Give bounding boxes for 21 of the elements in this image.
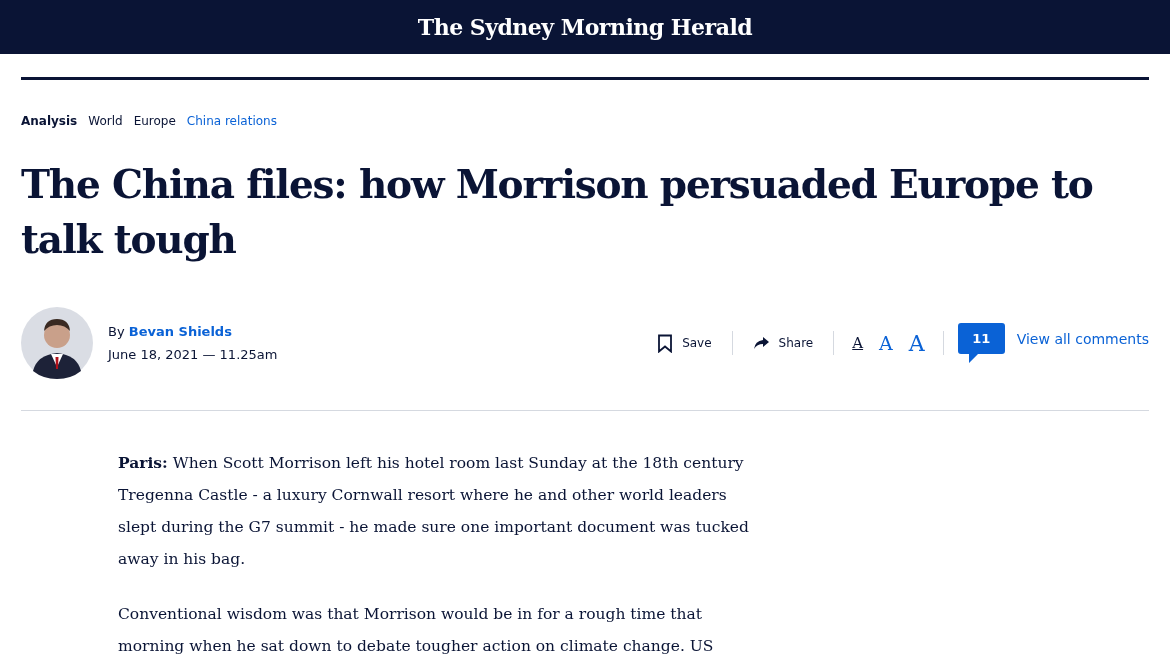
breadcrumb-link[interactable]: China relations <box>186 114 277 128</box>
breadcrumb-link[interactable]: Europe <box>133 114 176 128</box>
headline: The China files: how Morrison persuaded Europe to talk tough <box>21 160 1094 264</box>
author-avatar <box>21 307 93 379</box>
article-paragraph: Conventional wisdom was that Morrison would be in for a rough time that morning when he sat down to debate tougher action on climate change. US <box>118 604 715 657</box>
masthead-logo[interactable]: The Sydney Morning Herald <box>417 14 753 40</box>
article-paragraph: Paris: When Scott Morrison left his hotel room last Sunday at the 18th century Tregenna Castle - a luxury Cornwall resort where he and other world leaders slept during the G7 summit - he made sure one important document was tucked away in his bag. <box>118 452 750 570</box>
font-size-button[interactable]: A <box>871 332 901 354</box>
save-button[interactable]: Save <box>647 333 722 353</box>
comments-link[interactable]: View all comments <box>1016 331 1149 347</box>
author-link[interactable]: Bevan Shields <box>128 324 232 339</box>
comment-count-badge[interactable]: 11 <box>957 323 1005 363</box>
bookmark-icon <box>657 333 674 353</box>
publish-date: June 18, 2021 — 11.25am <box>108 347 278 362</box>
share-arrow-icon <box>752 336 770 350</box>
font-size-button[interactable]: A <box>900 330 933 356</box>
share-button[interactable]: Share <box>742 336 824 350</box>
breadcrumb-link[interactable]: World <box>88 114 123 128</box>
font-size-button[interactable]: A <box>844 334 872 352</box>
byline-prefix: By <box>108 324 125 339</box>
breadcrumb-link[interactable]: Analysis <box>21 114 78 128</box>
